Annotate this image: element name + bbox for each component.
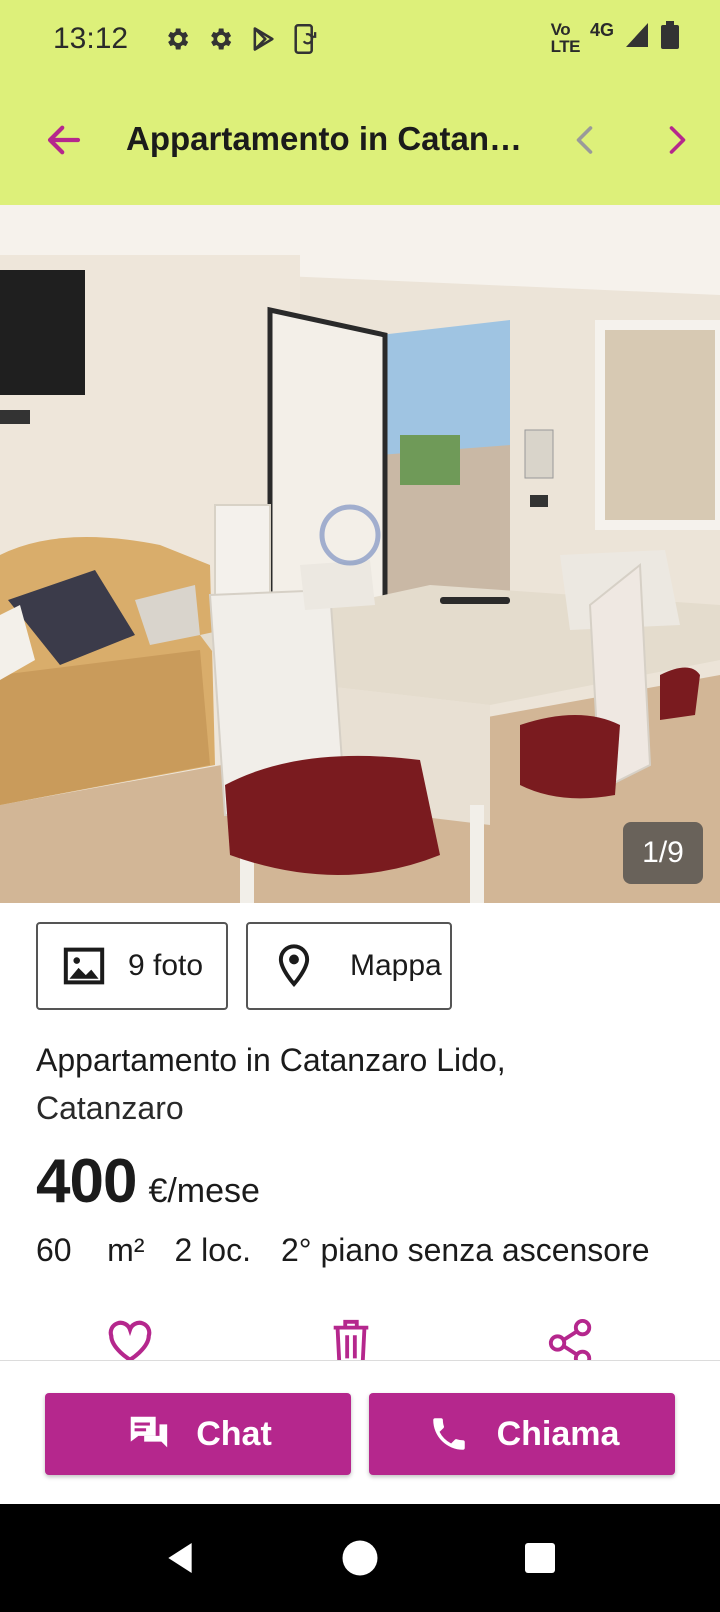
chevron-right-icon [669, 126, 686, 154]
listing-features: 60 m² 2 loc. 2° piano senza ascensore [36, 1232, 686, 1269]
photos-button[interactable]: 9 foto [36, 922, 228, 1010]
feature-area-value: 60 [36, 1232, 72, 1268]
back-button[interactable] [40, 116, 88, 164]
status-system-icons: Vo LTE 4G [551, 20, 680, 55]
discard-button[interactable] [324, 1318, 378, 1360]
next-listing-button[interactable] [652, 116, 700, 164]
gear-icon [162, 22, 192, 56]
share-icon [548, 1318, 592, 1360]
previous-listing-button[interactable] [562, 116, 610, 164]
image-icon [58, 940, 110, 992]
photo-counter-badge: 1/9 [623, 822, 703, 884]
call-button-label: Chiama [496, 1414, 620, 1453]
call-button[interactable]: Chiama [369, 1393, 675, 1475]
photos-button-label: 9 foto [128, 949, 204, 982]
quick-actions-row [0, 1314, 720, 1360]
map-pin-icon [268, 940, 320, 992]
listing-title-line1: Appartamento in Catanzaro Lido, [36, 1042, 506, 1078]
feature-floor: 2° piano senza ascensore [280, 1232, 650, 1268]
bottom-action-bar: Chat Chiama [0, 1360, 720, 1504]
status-notification-icons [162, 22, 321, 56]
square-recents-icon [525, 1543, 555, 1573]
price-value: 400 [36, 1147, 137, 1216]
network-type: 4G [589, 20, 614, 40]
system-navigation-bar [0, 1504, 720, 1612]
listing-photo[interactable] [0, 205, 720, 903]
status-bar: 13:12 Vo LTE 4G [0, 0, 720, 82]
triangle-back-icon [168, 1543, 192, 1573]
chat-button-label: Chat [196, 1414, 272, 1453]
map-button-label: Mappa [350, 949, 442, 982]
battery-icon [660, 20, 680, 55]
feature-area: 60 m² [36, 1232, 144, 1269]
listing-title: Appartamento in Catanzaro Lido, Catanzar… [36, 1036, 696, 1132]
circle-home-icon [342, 1540, 378, 1576]
app-bar: Appartamento in Catanzaro Lido, Catanzar… [0, 82, 720, 205]
map-button[interactable]: Mappa [246, 922, 452, 1010]
nav-home-button[interactable] [336, 1534, 384, 1582]
nav-back-button[interactable] [156, 1534, 204, 1582]
phone-icon [425, 1410, 473, 1458]
page-title: Appartamento in Catanzaro Lido, Catanzar… [126, 120, 536, 157]
nav-recents-button[interactable] [516, 1534, 564, 1582]
heart-icon [108, 1320, 152, 1360]
feature-area-unit: m² [107, 1232, 145, 1268]
play-store-icon [248, 22, 278, 56]
volte-bottom: LTE [550, 36, 581, 56]
volte-indicator: Vo LTE [550, 19, 581, 56]
arrow-left-icon [47, 125, 81, 155]
price-unit: €/mese [148, 1172, 260, 1210]
listing-price: 400 €/mese [36, 1146, 260, 1217]
chevron-left-icon [576, 126, 593, 154]
listing-title-line2: Catanzaro [36, 1090, 184, 1126]
trash-icon [333, 1319, 369, 1360]
signal-icon [624, 21, 650, 54]
gear-icon [205, 22, 235, 56]
chat-button[interactable]: Chat [45, 1393, 351, 1475]
feature-rooms: 2 loc. [174, 1232, 251, 1268]
phone-sync-icon [291, 22, 321, 56]
status-time: 13:12 [53, 22, 129, 55]
share-button[interactable] [544, 1318, 598, 1360]
volte-top: Vo [550, 19, 571, 39]
favorite-button[interactable] [103, 1318, 157, 1360]
chat-icon [124, 1410, 172, 1458]
